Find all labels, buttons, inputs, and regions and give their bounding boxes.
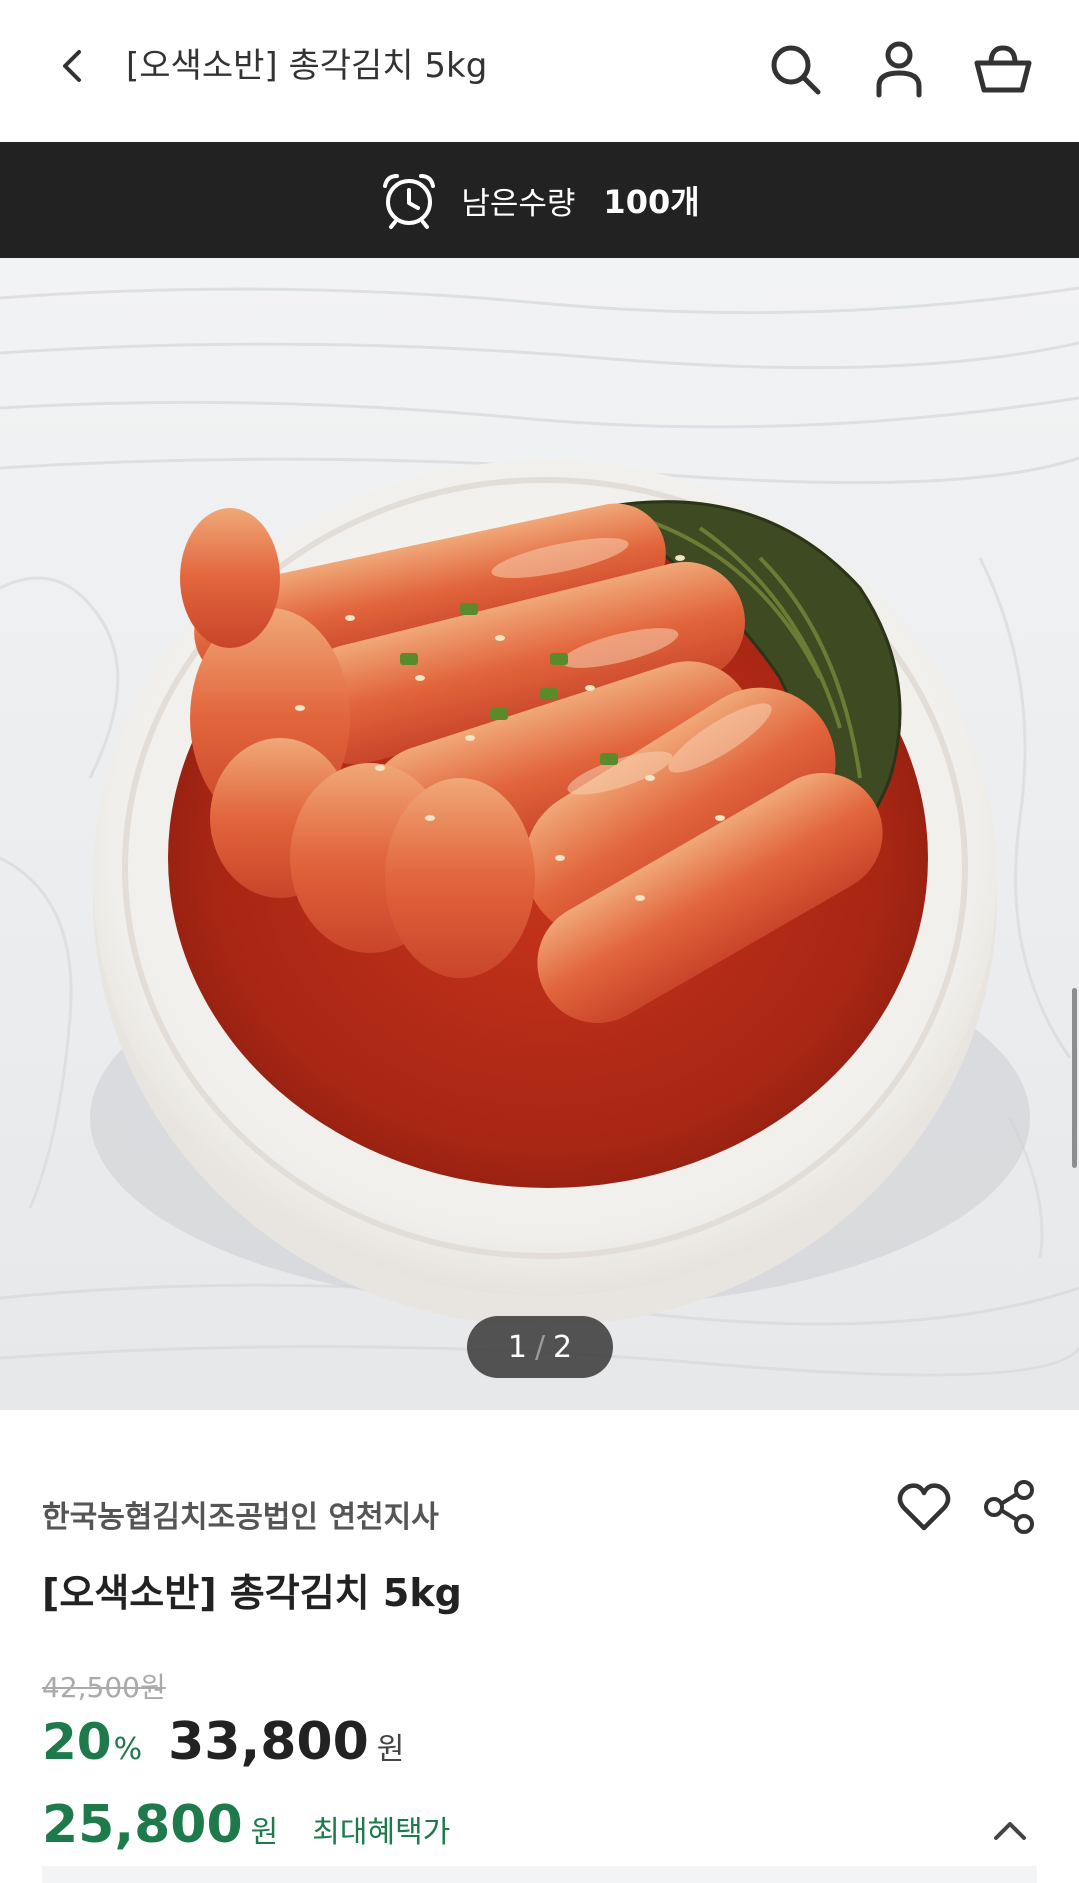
max-benefit-label: 최대혜택가: [312, 1815, 451, 1850]
image-page-current: 1: [507, 1329, 527, 1365]
user-icon: [876, 41, 922, 98]
discount-percent-symbol: %: [113, 1732, 143, 1767]
image-page-indicator: 1 / 2: [467, 1316, 613, 1378]
image-page-total: 2: [553, 1329, 573, 1365]
share-icon: [984, 1480, 1034, 1534]
sale-price: 33,800: [168, 1712, 369, 1772]
app-header: [오색소반] 총각김치 5kg: [0, 0, 1079, 140]
remaining-stock-count: 100개: [603, 183, 700, 221]
max-benefit-price-unit: 원: [250, 1815, 279, 1850]
remaining-stock-banner: 남은수량 100개: [0, 142, 1079, 258]
page-title: [오색소반] 총각김치 5kg: [126, 46, 488, 86]
max-benefit-price: 25,800: [42, 1795, 243, 1855]
cart-button[interactable]: [970, 36, 1036, 102]
wishlist-button[interactable]: [893, 1476, 955, 1538]
image-page-separator: /: [534, 1329, 546, 1365]
back-icon: [63, 50, 81, 82]
discount-price-row: 20 % 33,800 원: [42, 1712, 404, 1782]
max-benefit-price-row: 25,800 원 최대혜택가: [42, 1795, 450, 1865]
back-button[interactable]: [42, 36, 102, 96]
cart-icon: [974, 45, 1032, 93]
sale-price-unit: 원: [376, 1732, 405, 1767]
original-price: 42,500원: [42, 1671, 166, 1704]
search-button[interactable]: [762, 36, 828, 102]
remaining-stock-label: 남은수량: [461, 185, 576, 222]
discount-rate: 20: [42, 1713, 112, 1771]
product-name: [오색소반] 총각김치 5kg: [42, 1571, 462, 1615]
benefit-detail-panel-edge: [42, 1866, 1037, 1883]
heart-icon: [897, 1483, 951, 1531]
image-scrollbar[interactable]: [1072, 988, 1077, 1168]
price-detail-toggle-button[interactable]: [980, 1800, 1040, 1860]
alarm-clock-icon: [379, 170, 439, 230]
kimchi-product-photo: [0, 258, 1079, 1410]
my-page-button[interactable]: [866, 36, 932, 102]
product-image-carousel[interactable]: [0, 258, 1079, 1410]
share-button[interactable]: [978, 1476, 1040, 1538]
search-icon: [771, 45, 821, 95]
seller-name[interactable]: 한국농협김치조공법인 연천지사: [42, 1492, 439, 1536]
chevron-up-icon: [994, 1822, 1026, 1840]
